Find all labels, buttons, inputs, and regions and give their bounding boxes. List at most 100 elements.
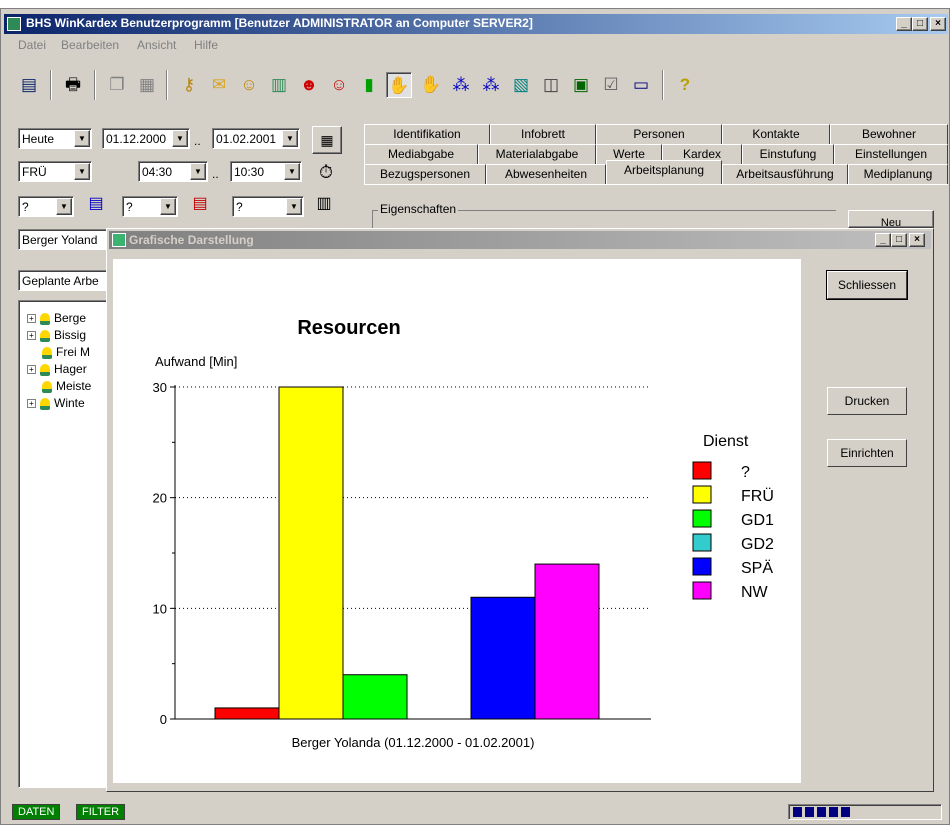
expand-icon[interactable]: +	[27, 399, 36, 409]
chevron-down-icon[interactable]: ▼	[284, 163, 300, 180]
filter3-combo[interactable]: ? ▼	[232, 196, 304, 217]
tab-materialabgabe[interactable]: Materialabgabe	[478, 144, 596, 164]
tab-bewohner[interactable]: Bewohner	[830, 124, 948, 144]
tab-kontakte[interactable]: Kontakte	[722, 124, 830, 144]
maximize-button[interactable]: □	[891, 233, 907, 247]
chart-icon[interactable]: ◫	[538, 72, 564, 98]
chevron-down-icon[interactable]: ▼	[190, 163, 206, 180]
schliessen-button[interactable]: Schliessen	[826, 270, 908, 300]
tab-einstellungen[interactable]: Einstellungen	[834, 144, 948, 164]
tab-identifikation[interactable]: Identifikation	[364, 124, 490, 144]
chevron-down-icon[interactable]: ▼	[282, 130, 298, 147]
close-dialog-button[interactable]: ×	[909, 233, 925, 247]
chevron-down-icon[interactable]: ▼	[56, 198, 72, 215]
network2-icon[interactable]: ⁂	[478, 72, 504, 98]
hand-red-icon[interactable]: ✋	[418, 72, 444, 98]
bar-?	[214, 707, 280, 720]
chevron-down-icon[interactable]: ▼	[160, 198, 176, 215]
menu-datei[interactable]: Datei	[18, 38, 46, 52]
menu-hilfe[interactable]: Hilfe	[194, 38, 218, 52]
period-combo[interactable]: Heute ▼	[18, 128, 92, 149]
clock-icon[interactable]: ⏱	[314, 160, 338, 184]
tree-item[interactable]: + Bissig	[27, 328, 86, 342]
dienst-combo[interactable]: FRÜ ▼	[18, 161, 92, 182]
chevron-down-icon[interactable]: ▼	[74, 163, 90, 180]
maximize-button[interactable]: □	[912, 17, 928, 31]
tree-view[interactable]: + Berge + Bissig Frei M + Hager Meiste + Win…	[18, 300, 108, 788]
tab-infobrett[interactable]: Infobrett	[490, 124, 596, 144]
grid-icon[interactable]: ▧	[508, 72, 534, 98]
minimize-button[interactable]: _	[896, 17, 912, 31]
list-field[interactable]: Geplante Arbe	[18, 270, 108, 291]
filter1-combo[interactable]: ? ▼	[18, 196, 74, 217]
copy-icon[interactable]: ❐	[104, 72, 130, 98]
time-from-combo[interactable]: 04:30 ▼	[138, 161, 208, 182]
table-icon[interactable]: ▥	[312, 193, 336, 217]
people-icon[interactable]: ☺	[236, 72, 262, 98]
chart-title: Resourcen	[297, 317, 400, 339]
tab-mediabgabe[interactable]: Mediabgabe	[364, 144, 478, 164]
bar-NW	[534, 563, 600, 720]
expand-icon[interactable]: +	[27, 314, 36, 324]
menu-bar: Datei Bearbeiten Ansicht Hilfe	[4, 36, 948, 56]
couple-icon[interactable]: ☺	[326, 72, 352, 98]
menu-ansicht[interactable]: Ansicht	[137, 38, 176, 52]
hand-icon[interactable]: ✋	[386, 72, 412, 98]
close-window-button[interactable]: ×	[930, 17, 946, 31]
menu-bearbeiten[interactable]: Bearbeiten	[61, 38, 119, 52]
status-daten: DATEN	[12, 804, 61, 820]
chevron-down-icon[interactable]: ▼	[172, 130, 188, 147]
range-separator: ..	[194, 134, 201, 148]
person-red-icon[interactable]: ☻	[296, 72, 322, 98]
network-icon[interactable]: ⁂	[448, 72, 474, 98]
key-icon[interactable]: ⚷	[176, 72, 202, 98]
paste-icon[interactable]: ▦	[134, 72, 160, 98]
calculator-icon[interactable]: ▥	[266, 72, 292, 98]
envelope-icon[interactable]: ✉	[206, 72, 232, 98]
tab-arbeitsplanung[interactable]: Arbeitsplanung	[606, 160, 722, 184]
neu-button[interactable]: Neu	[848, 210, 934, 228]
tab-mediplanung[interactable]: Mediplanung	[848, 164, 948, 184]
tree-item[interactable]: Meiste	[42, 379, 91, 393]
calendar-icon[interactable]: ▦	[312, 126, 342, 154]
chevron-down-icon[interactable]: ▼	[286, 198, 302, 215]
legend-label: GD2	[741, 536, 774, 553]
drucken-button[interactable]: Drucken	[827, 387, 907, 415]
filter-icon[interactable]: ▤	[84, 193, 108, 217]
time-to-value: 10:30	[234, 165, 265, 179]
minimize-button[interactable]: _	[875, 233, 891, 247]
tree-item[interactable]: + Hager	[27, 362, 87, 376]
door-icon[interactable]: ▮	[356, 72, 382, 98]
legend-swatch-?	[692, 461, 712, 480]
expand-icon[interactable]: +	[27, 331, 36, 341]
tab-panel-edge	[364, 184, 948, 186]
checklist-icon[interactable]: ☑	[598, 72, 624, 98]
y-tick-label: 20	[153, 491, 167, 506]
notebook-icon[interactable]: ▣	[568, 72, 594, 98]
chevron-down-icon[interactable]: ▼	[74, 130, 90, 147]
dienst-value: FRÜ	[22, 165, 47, 179]
expand-icon[interactable]: +	[27, 365, 36, 375]
einrichten-button[interactable]: Einrichten	[827, 439, 907, 467]
filter-red-icon[interactable]: ▤	[188, 193, 212, 217]
tree-item[interactable]: Frei M	[42, 345, 90, 359]
legend-swatch-SPÄ	[692, 557, 712, 576]
date-from-combo[interactable]: 01.12.2000 ▼	[102, 128, 190, 149]
tab-abwesenheiten[interactable]: Abwesenheiten	[486, 164, 606, 184]
tab-bezugspersonen[interactable]: Bezugspersonen	[364, 164, 486, 184]
document-icon[interactable]: ▤	[16, 72, 42, 98]
printer-icon[interactable]: 🖶	[60, 72, 86, 98]
bar-chart: Resourcen Aufwand [Min] 0 10 20 30 Berger Yola…	[153, 317, 774, 750]
filter2-combo[interactable]: ? ▼	[122, 196, 178, 217]
tree-item[interactable]: + Winte	[27, 396, 85, 410]
tree-item[interactable]: + Berge	[27, 311, 86, 325]
date-to-combo[interactable]: 01.02.2001 ▼	[212, 128, 300, 149]
help-icon[interactable]: ?	[672, 72, 698, 98]
tab-arbeitsausfuehrung[interactable]: Arbeitsausführung	[722, 164, 848, 184]
tab-personen[interactable]: Personen	[596, 124, 722, 144]
toolbar-separator	[662, 70, 664, 100]
window-icon[interactable]: ▭	[628, 72, 654, 98]
tab-einstufung[interactable]: Einstufung	[742, 144, 834, 164]
person-field[interactable]: Berger Yoland	[18, 229, 108, 250]
time-to-combo[interactable]: 10:30 ▼	[230, 161, 302, 182]
